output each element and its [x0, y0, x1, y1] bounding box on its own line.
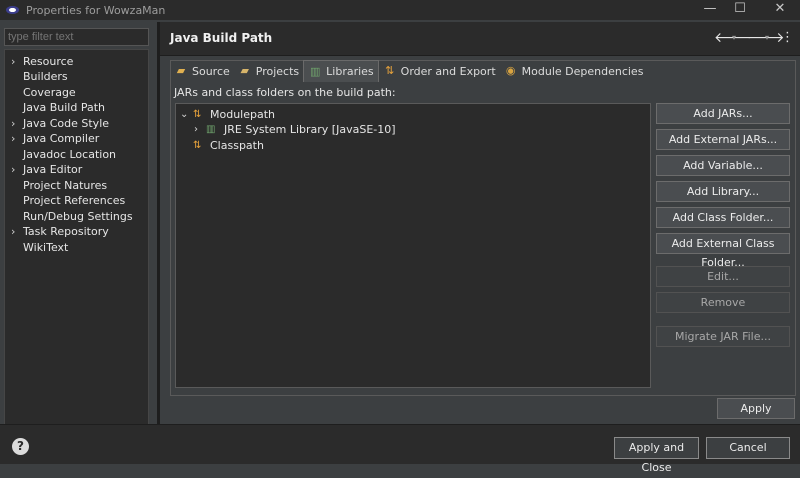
- libraries-description: JARs and class folders on the build path…: [174, 86, 396, 99]
- page-title: Java Build Path: [170, 31, 273, 45]
- tab-bar: ▰ Source ▰ Projects ▥ Libraries ⇅ Order …: [170, 60, 647, 82]
- apply-and-close-button[interactable]: Apply and Close: [614, 437, 699, 474]
- tree-item-classpath[interactable]: ⇅ Classpath: [180, 138, 380, 154]
- sidebar: › Resource Builders Coverage Java Build …: [0, 24, 157, 447]
- window-title: Properties for WowzaMan: [26, 3, 166, 17]
- migrate-jar-button[interactable]: Migrate JAR File...: [656, 326, 790, 347]
- remove-button[interactable]: Remove: [656, 292, 790, 313]
- sidebar-item-coverage[interactable]: Coverage: [5, 85, 148, 100]
- chevron-right-icon[interactable]: ›: [11, 224, 15, 239]
- sidebar-item-wikitext[interactable]: WikiText: [5, 240, 148, 255]
- close-button[interactable]: ✕: [762, 0, 798, 20]
- order-export-icon: ⇅: [385, 64, 395, 77]
- cancel-button[interactable]: Cancel: [706, 437, 790, 459]
- module-icon: ◉: [505, 64, 516, 77]
- maximize-button[interactable]: ☐: [722, 0, 758, 20]
- sidebar-item-project-references[interactable]: Project References: [5, 193, 148, 208]
- eclipse-app-icon: [6, 6, 19, 14]
- sidebar-item-resource[interactable]: › Resource: [5, 54, 148, 69]
- tab-module-dependencies[interactable]: ◉ Module Dependencies: [500, 60, 648, 82]
- tree-item-modulepath[interactable]: ⌄ ⇅ Modulepath: [180, 107, 380, 123]
- sidebar-item-java-build-path[interactable]: Java Build Path: [5, 100, 148, 115]
- build-path-tree[interactable]: ⌄ ⇅ Modulepath › ▥ JRE System Library [J…: [175, 103, 651, 388]
- source-folder-icon: ▰: [176, 64, 186, 77]
- chevron-right-icon[interactable]: ›: [194, 122, 198, 138]
- sidebar-item-project-natures[interactable]: Project Natures: [5, 178, 148, 193]
- sidebar-item-task-repository[interactable]: › Task Repository: [5, 224, 148, 239]
- libraries-icon: ▥: [309, 64, 321, 78]
- dialog-footer: ? Apply and Close Cancel: [0, 424, 800, 474]
- sidebar-item-builders[interactable]: Builders: [5, 69, 148, 84]
- chevron-down-icon[interactable]: ▾: [732, 29, 736, 47]
- more-vertical-icon[interactable]: ⋮: [781, 29, 794, 47]
- chevron-down-icon[interactable]: ⌄: [180, 107, 188, 123]
- add-class-folder-button[interactable]: Add Class Folder...: [656, 207, 790, 228]
- apply-button[interactable]: Apply: [717, 398, 795, 419]
- help-icon[interactable]: ?: [12, 438, 29, 455]
- window-titlebar: Properties for WowzaMan: [0, 0, 800, 20]
- add-jars-button[interactable]: Add JARs...: [656, 103, 790, 124]
- jar-container-icon: ⇅: [193, 140, 202, 151]
- chevron-right-icon[interactable]: ›: [11, 162, 15, 177]
- sidebar-item-javadoc-location[interactable]: Javadoc Location: [5, 147, 148, 162]
- page-header: Java Build Path 🡐 ▾ 🡒 ▾ ⋮: [160, 22, 800, 56]
- sidebar-item-java-code-style[interactable]: › Java Code Style: [5, 116, 148, 131]
- tab-libraries[interactable]: ▥ Libraries: [303, 60, 379, 82]
- add-external-jars-button[interactable]: Add External JARs...: [656, 129, 790, 150]
- chevron-right-icon[interactable]: ›: [11, 116, 15, 131]
- property-tree: › Resource Builders Coverage Java Build …: [4, 49, 149, 447]
- tree-item-jre-system-library[interactable]: › ▥ JRE System Library [JavaSE-10]: [194, 122, 434, 138]
- add-external-class-folder-button[interactable]: Add External Class Folder...: [656, 233, 790, 269]
- sidebar-item-java-compiler[interactable]: › Java Compiler: [5, 131, 148, 146]
- filter-input[interactable]: [4, 28, 149, 46]
- chevron-down-icon[interactable]: ▾: [765, 29, 769, 47]
- add-variable-button[interactable]: Add Variable...: [656, 155, 790, 176]
- add-library-button[interactable]: Add Library...: [656, 181, 790, 202]
- tab-source[interactable]: ▰ Source: [170, 60, 234, 82]
- edit-button[interactable]: Edit...: [656, 266, 790, 287]
- sidebar-item-run-debug-settings[interactable]: Run/Debug Settings: [5, 209, 148, 224]
- tab-order-and-export[interactable]: ⇅ Order and Export: [379, 60, 500, 82]
- projects-icon: ▰: [240, 64, 250, 77]
- chevron-right-icon[interactable]: ›: [11, 131, 15, 146]
- jar-container-icon: ⇅: [193, 109, 202, 120]
- main-content: ▰ Source ▰ Projects ▥ Libraries ⇅ Order …: [160, 56, 800, 424]
- chevron-right-icon[interactable]: ›: [11, 54, 15, 69]
- library-icon: ▥: [206, 124, 216, 135]
- sidebar-item-java-editor[interactable]: › Java Editor: [5, 162, 148, 177]
- tab-projects[interactable]: ▰ Projects: [234, 60, 303, 82]
